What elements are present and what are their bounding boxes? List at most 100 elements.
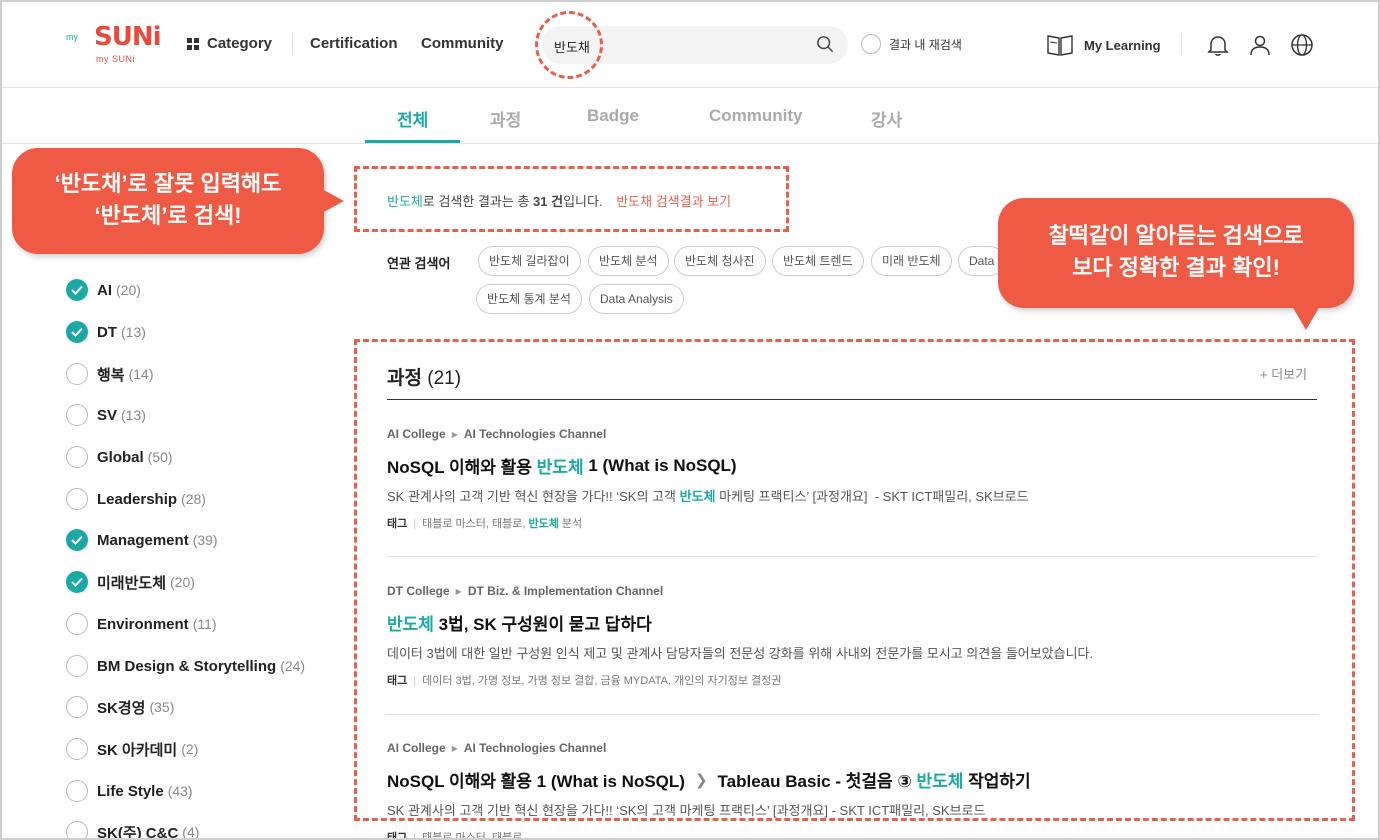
checkbox-empty-icon[interactable] — [66, 655, 88, 677]
checkbox-checked-icon[interactable] — [66, 529, 88, 551]
callout-line: 찰떡같이 알아듣는 검색으로 — [1048, 223, 1304, 248]
checkbox-checked-icon[interactable] — [66, 571, 88, 593]
search-summary: 반도체로 검색한 결과는 총 31 건입니다. 반도채 검색결과 보기 — [387, 191, 731, 210]
category-item[interactable]: Leadership (28) — [66, 488, 206, 510]
user-icon[interactable] — [1248, 33, 1272, 57]
related-keyword-chip[interactable]: 미래 반도체 — [871, 246, 952, 276]
summary-text: 로 검색한 결과는 총 — [422, 194, 534, 209]
checkbox-empty-icon[interactable] — [66, 821, 88, 838]
related-keyword-chip[interactable]: 반도체 통계 분석 — [476, 284, 582, 314]
callout-line: ‘반도채’로 잘못 입력해도 — [54, 171, 282, 196]
category-name: SK 아카데미 — [97, 741, 178, 759]
related-keyword-chip[interactable]: 반도체 길라잡이 — [478, 246, 581, 276]
category-item[interactable]: 행복 (14) — [66, 363, 154, 385]
bell-icon[interactable] — [1206, 33, 1230, 57]
checkbox-empty-icon[interactable] — [66, 363, 88, 385]
category-name: BM Design & Storytelling — [97, 657, 277, 675]
checkbox-empty-icon[interactable] — [66, 780, 88, 802]
tab-all[interactable]: 전체 — [397, 106, 428, 131]
nav-certification[interactable]: Certification — [310, 35, 398, 52]
category-item[interactable]: SK(주) C&C (4) — [66, 821, 200, 840]
checkbox-checked-icon[interactable] — [66, 321, 88, 343]
my-learning-label: My Learning — [1084, 37, 1161, 53]
my-learning-link[interactable]: My Learning — [1046, 33, 1161, 57]
checkbox-empty-icon[interactable] — [66, 613, 88, 635]
category-count: (28) — [181, 491, 206, 507]
research-within-results[interactable]: 결과 내 재검색 — [861, 34, 962, 54]
category-name: SV — [97, 406, 118, 424]
results-highlight-box — [354, 339, 1355, 821]
search-icon[interactable] — [816, 35, 834, 53]
result-tags: 태그 | 태블로 마스터, 태블로 — [387, 829, 1317, 840]
category-name: 미래반도체 — [97, 574, 167, 592]
related-keyword-chip[interactable]: 반도체 청사진 — [674, 246, 766, 276]
summary-keyword: 반도체 — [387, 194, 423, 209]
category-count: (20) — [170, 574, 195, 590]
research-label: 결과 내 재검색 — [889, 37, 962, 52]
category-name: Management — [97, 531, 189, 549]
summary-count: 31 건 — [533, 194, 564, 209]
category-item[interactable]: AI (20) — [66, 279, 141, 301]
category-count: (4) — [182, 824, 200, 840]
original-query-link[interactable]: 반도채 검색결과 보기 — [616, 194, 731, 209]
checkbox-empty-icon[interactable] — [66, 446, 88, 468]
tab-instructor[interactable]: 강사 — [871, 106, 902, 131]
category-item[interactable]: Environment (11) — [66, 613, 217, 635]
checkbox-empty-icon[interactable] — [66, 738, 88, 760]
category-count: (13) — [121, 407, 146, 423]
category-item[interactable]: SK경영 (35) — [66, 696, 174, 718]
category-item[interactable]: BM Design & Storytelling (24) — [66, 655, 305, 677]
related-keyword-chip[interactable]: 반도체 분석 — [588, 246, 669, 276]
callout-line: ‘반도체’로 검색! — [94, 203, 242, 228]
category-item[interactable]: SK 아카데미 (2) — [66, 738, 198, 760]
category-count: (2) — [181, 741, 199, 757]
category-item[interactable]: SV (13) — [66, 404, 146, 426]
category-count: (43) — [167, 783, 193, 799]
tag-values: 태블로 마스터, 태블로 — [422, 832, 523, 840]
category-item[interactable]: Management (39) — [66, 529, 218, 551]
related-keyword-chip[interactable]: 반도체 트렌드 — [772, 246, 864, 276]
checkbox-checked-icon[interactable] — [66, 279, 88, 301]
category-name: Environment — [97, 615, 189, 633]
checkbox-empty-icon[interactable] — [66, 404, 88, 426]
suni-logo[interactable]: my SUNi my SUNi — [64, 22, 164, 68]
header-divider — [1181, 33, 1182, 55]
category-item[interactable]: Global (50) — [66, 446, 173, 468]
category-item[interactable]: DT (13) — [66, 321, 146, 343]
tab-course[interactable]: 과정 — [490, 106, 521, 131]
category-name: Life Style — [97, 782, 164, 800]
category-name: Global — [97, 448, 144, 466]
category-item[interactable]: 미래반도체 (20) — [66, 571, 195, 593]
nav-community[interactable]: Community — [421, 35, 504, 52]
nav-divider — [292, 33, 293, 55]
app-window: my SUNi my SUNi Category Certification C… — [0, 0, 1380, 840]
category-count: (35) — [149, 699, 175, 715]
checkbox-empty-icon[interactable] — [66, 696, 88, 718]
tag-label: 태그 — [387, 832, 408, 840]
category-count: (24) — [280, 658, 306, 674]
category-count: (20) — [116, 282, 141, 298]
logo-mark: SUNi — [94, 22, 162, 52]
related-keyword-chip[interactable]: Data Analysis — [589, 284, 684, 314]
result-tabs: 전체 과정 Badge Community 강사 — [2, 88, 1378, 144]
category-name: DT — [97, 323, 117, 341]
category-name: AI — [97, 281, 112, 299]
typo-correction-callout: ‘반도채’로 잘못 입력해도 ‘반도체’로 검색! — [12, 148, 344, 254]
category-count: (50) — [147, 449, 173, 465]
tab-badge[interactable]: Badge — [587, 106, 639, 126]
logo-my-text: my — [66, 32, 78, 42]
globe-icon[interactable] — [1290, 33, 1314, 57]
book-icon — [1047, 35, 1073, 56]
category-name: SK경영 — [97, 699, 146, 717]
accuracy-callout: 찰떡같이 알아듣는 검색으로 보다 정확한 결과 확인! — [998, 198, 1354, 330]
checkbox-empty-icon[interactable] — [66, 488, 88, 510]
category-name: SK(주) C&C — [97, 824, 179, 840]
tab-community[interactable]: Community — [709, 106, 803, 126]
category-label: Category — [207, 35, 273, 52]
category-count: (13) — [121, 324, 146, 340]
category-menu[interactable]: Category — [187, 35, 272, 52]
category-item[interactable]: Life Style (43) — [66, 780, 193, 802]
callout-line: 보다 정확한 결과 확인! — [1072, 255, 1280, 280]
research-radio[interactable] — [861, 34, 881, 54]
active-tab-underline — [365, 140, 460, 143]
